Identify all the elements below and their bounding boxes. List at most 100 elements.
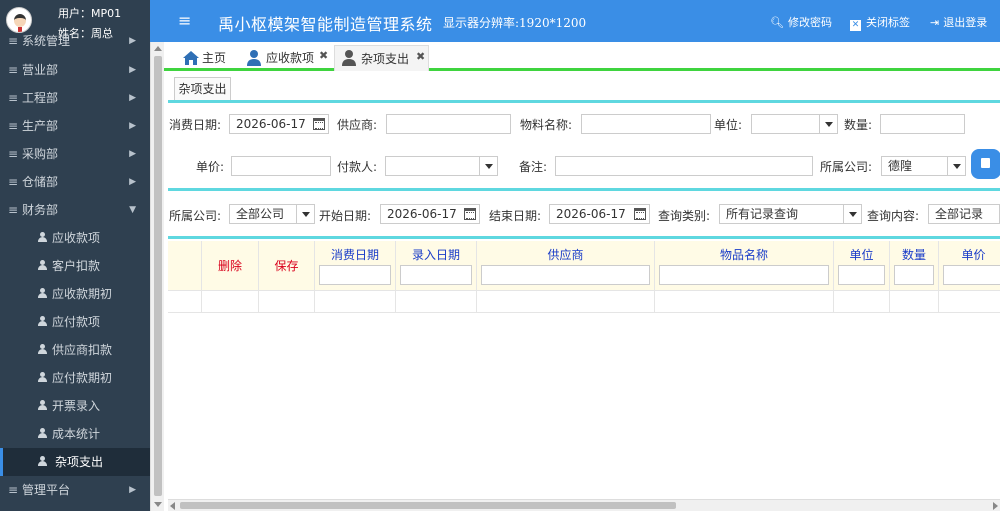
sidebar-subitem-cost-statistics[interactable]: 成本统计 bbox=[0, 420, 150, 448]
tab-close-icon[interactable]: ✖ bbox=[319, 43, 328, 69]
sidebar-subitem-payable-opening[interactable]: 应付款期初 bbox=[0, 364, 150, 392]
sidebar-subitem-receivables[interactable]: 应收款项 bbox=[0, 224, 150, 252]
tab-misc-expense[interactable]: 杂项支出 ✖ bbox=[334, 45, 429, 71]
menu-icon: ≡ bbox=[8, 63, 19, 77]
app-window: 用户：MP01 姓名：周总 ≡ 系统管理 ▶ ≡ 营业部 ▶ ≡ 工程部 ▶ ≡ 生产部 ▶ ≡… bbox=[0, 0, 1000, 511]
query-content-select[interactable]: 全部记录 bbox=[928, 204, 1000, 224]
main-content: 杂项支出 消费日期: 2026-06-17 供应商: 物料名称: 单位: 数量:… bbox=[164, 74, 1000, 511]
chevron-down-icon[interactable] bbox=[947, 157, 965, 175]
menu-icon: ≡ bbox=[8, 175, 19, 189]
unit-label: 单位: bbox=[714, 118, 743, 132]
column-title: 单位 bbox=[849, 248, 874, 262]
delete-header-button[interactable]: 删除 bbox=[202, 241, 259, 291]
remark-input[interactable] bbox=[555, 156, 813, 176]
column-filter-input[interactable] bbox=[400, 265, 472, 285]
logout-icon: ⇥ bbox=[930, 16, 940, 29]
sidebar-subitem-payables[interactable]: 应付款项 bbox=[0, 308, 150, 336]
sidebar-subitem-label: 应收款期初 bbox=[52, 287, 113, 301]
close-tabs-button[interactable]: ✕ 关闭标签 bbox=[850, 14, 910, 31]
grid-header: 删除 保存 消费日期 录入日期 供应商 物品名称 单位 数量 单价 bbox=[168, 241, 1000, 291]
query-content-label: 查询内容: bbox=[867, 209, 920, 223]
unit-select[interactable] bbox=[751, 114, 838, 134]
end-date-label: 结束日期: bbox=[489, 209, 542, 223]
sidebar-subitem-invoice-entry[interactable]: 开票录入 bbox=[0, 392, 150, 420]
chevron-down-icon[interactable] bbox=[843, 205, 861, 223]
chevron-down-icon[interactable] bbox=[479, 157, 497, 175]
scroll-left-icon[interactable] bbox=[170, 502, 175, 510]
sidebar-nav: ≡ 系统管理 ▶ ≡ 营业部 ▶ ≡ 工程部 ▶ ≡ 生产部 ▶ ≡ 采购部 ▶ ≡ 仓储部 ▶ ≡ 财务… bbox=[0, 35, 150, 504]
menu-icon: ≡ bbox=[8, 483, 19, 497]
query-company-select[interactable]: 全部公司 bbox=[229, 204, 315, 224]
sidebar-item-system[interactable]: ≡ 系统管理 ▶ bbox=[0, 35, 150, 47]
resolution-display: 显示器分辨率:1920*1200 bbox=[443, 16, 587, 30]
calendar-icon[interactable] bbox=[464, 208, 476, 220]
expense-date-input[interactable]: 2026-06-17 bbox=[229, 114, 329, 134]
menu-toggle-icon[interactable]: ≡ bbox=[178, 11, 191, 30]
user-icon bbox=[38, 316, 47, 326]
sidebar-item-label: 仓储部 bbox=[22, 175, 59, 189]
supplier-label: 供应商: bbox=[337, 118, 378, 132]
sidebar-subitem-label: 应付款期初 bbox=[52, 371, 113, 385]
payer-label: 付款人: bbox=[337, 160, 378, 174]
sidebar-item-purchasing[interactable]: ≡ 采购部 ▶ bbox=[0, 140, 150, 168]
sidebar-scrollbar[interactable] bbox=[150, 42, 164, 511]
sidebar-item-admin-platform[interactable]: ≡ 管理平台 ▶ bbox=[0, 476, 150, 504]
start-date-input[interactable]: 2026-06-17 bbox=[380, 204, 480, 224]
scroll-right-icon[interactable] bbox=[993, 502, 998, 510]
column-filter-input[interactable] bbox=[943, 265, 1000, 285]
sidebar-subitem-supplier-deduction[interactable]: 供应商扣款 bbox=[0, 336, 150, 364]
column-filter-input[interactable] bbox=[659, 265, 829, 285]
quantity-input[interactable] bbox=[880, 114, 965, 134]
change-password-button[interactable]: 🔍︎ 修改密码 bbox=[770, 14, 832, 30]
sidebar-subitem-receivable-opening[interactable]: 应收款期初 bbox=[0, 280, 150, 308]
sidebar-subitem-customer-deduction[interactable]: 客户扣款 bbox=[0, 252, 150, 280]
save-header-button[interactable]: 保存 bbox=[259, 241, 315, 291]
scrollbar-thumb[interactable] bbox=[180, 502, 676, 509]
avatar[interactable] bbox=[6, 7, 32, 33]
end-date-value: 2026-06-17 bbox=[556, 207, 626, 221]
scrollbar-thumb[interactable] bbox=[154, 56, 162, 496]
material-name-input[interactable] bbox=[581, 114, 711, 134]
scroll-up-icon[interactable] bbox=[154, 46, 162, 51]
user-icon bbox=[38, 232, 47, 242]
sidebar-item-label: 财务部 bbox=[22, 203, 59, 217]
scroll-down-icon[interactable] bbox=[154, 502, 162, 507]
column-filter-input[interactable] bbox=[481, 265, 650, 285]
column-filter-input[interactable] bbox=[319, 265, 391, 285]
query-type-select[interactable]: 所有记录查询 bbox=[719, 204, 862, 224]
calendar-icon[interactable] bbox=[313, 118, 325, 130]
save-icon[interactable] bbox=[971, 149, 1000, 179]
end-date-input[interactable]: 2026-06-17 bbox=[549, 204, 650, 224]
company-select[interactable]: 德隍 bbox=[881, 156, 966, 176]
tab-close-icon[interactable]: ✖ bbox=[416, 44, 425, 70]
sidebar-item-finance[interactable]: ≡ 财务部 ▼ bbox=[0, 196, 150, 224]
tab-receivables[interactable]: 应收款项 ✖ bbox=[246, 43, 328, 71]
user-icon bbox=[38, 400, 47, 410]
logout-button[interactable]: ⇥ 退出登录 bbox=[930, 14, 987, 30]
payer-select[interactable] bbox=[385, 156, 498, 176]
chevron-down-icon[interactable] bbox=[296, 205, 314, 223]
table-row[interactable] bbox=[168, 291, 1000, 313]
column-filter-input[interactable] bbox=[894, 265, 934, 285]
calendar-icon[interactable] bbox=[634, 208, 646, 220]
sidebar-item-label: 营业部 bbox=[22, 63, 59, 77]
sidebar-item-engineering[interactable]: ≡ 工程部 ▶ bbox=[0, 84, 150, 112]
column-filter-input[interactable] bbox=[838, 265, 885, 285]
subtab-misc-expense[interactable]: 杂项支出 bbox=[174, 77, 231, 100]
chevron-down-icon[interactable] bbox=[819, 115, 837, 133]
sidebar: 用户：MP01 姓名：周总 ≡ 系统管理 ▶ ≡ 营业部 ▶ ≡ 工程部 ▶ ≡ 生产部 ▶ ≡… bbox=[0, 0, 150, 511]
horizontal-scrollbar[interactable] bbox=[168, 499, 1000, 511]
user-icon bbox=[342, 50, 356, 66]
sidebar-item-production[interactable]: ≡ 生产部 ▶ bbox=[0, 112, 150, 140]
sidebar-item-sales[interactable]: ≡ 营业部 ▶ bbox=[0, 56, 150, 84]
company-value: 德隍 bbox=[888, 159, 913, 173]
remark-label: 备注: bbox=[519, 160, 548, 174]
top-header: ≡ 禹小枢模架智能制造管理系统 显示器分辨率:1920*1200 🔍︎ 修改密码 … bbox=[150, 0, 1000, 42]
sidebar-item-label: 采购部 bbox=[22, 147, 59, 161]
tab-home[interactable]: 主页 bbox=[182, 45, 242, 71]
sidebar-subitem-misc-expense[interactable]: 杂项支出 bbox=[0, 448, 150, 476]
logout-label: 退出登录 bbox=[943, 16, 988, 29]
sidebar-item-warehouse[interactable]: ≡ 仓储部 ▶ bbox=[0, 168, 150, 196]
supplier-input[interactable] bbox=[386, 114, 511, 134]
unit-price-input[interactable] bbox=[231, 156, 331, 176]
